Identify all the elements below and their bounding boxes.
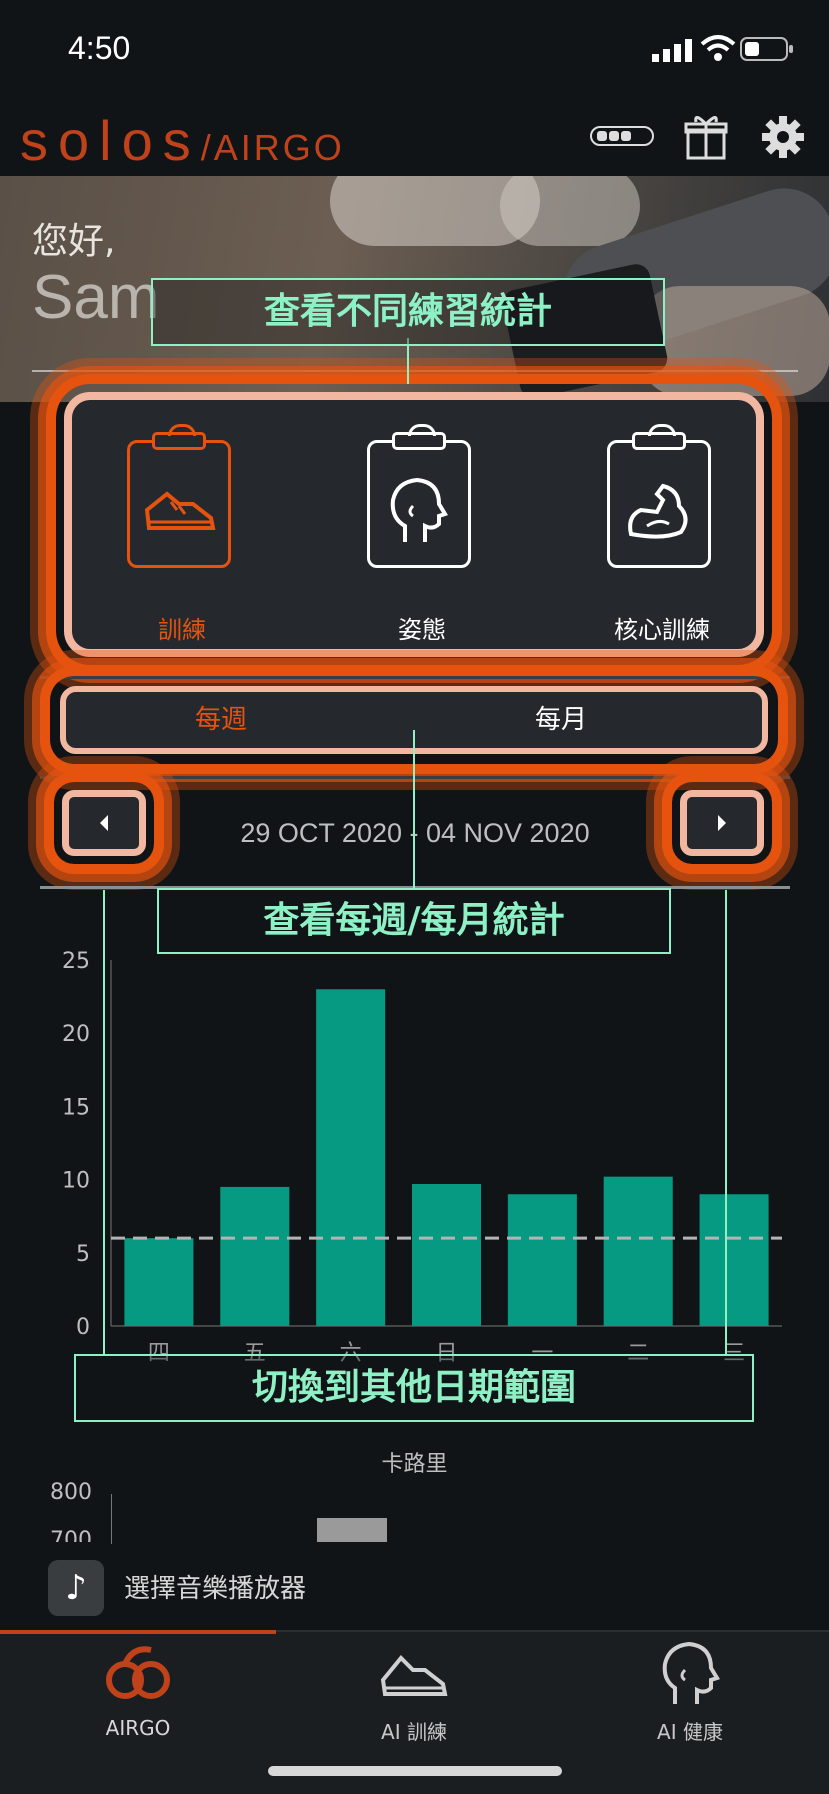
annotation-connector xyxy=(103,890,105,1356)
hero-photo-shoe xyxy=(500,176,640,246)
weekly-training-chart: 0510152025 四五六日一二三 xyxy=(62,949,782,1366)
head-icon xyxy=(552,1640,828,1710)
chevron-right-icon xyxy=(718,815,726,831)
prev-range-button[interactable] xyxy=(62,790,146,856)
chart-bar xyxy=(507,1194,577,1326)
y-tick-label: 10 xyxy=(62,1169,90,1194)
stat-type-training[interactable]: 訓練 xyxy=(72,400,292,650)
chevron-left-icon xyxy=(100,815,108,831)
tab-ai-health[interactable]: AI 健康 xyxy=(552,1640,828,1745)
tab-monthly[interactable]: 每月 xyxy=(386,692,736,748)
y-tick-label: 20 xyxy=(62,1022,90,1047)
calories-title: 卡路里 xyxy=(381,1452,448,1477)
tab-label: AIRGO xyxy=(105,1716,171,1740)
tab-weekly[interactable]: 每週 xyxy=(46,692,396,748)
tab-label: AI 健康 xyxy=(657,1720,723,1744)
airgo-logo-icon xyxy=(0,1640,276,1710)
gift-icon[interactable] xyxy=(684,112,728,160)
stat-type-core[interactable]: 核心訓練 xyxy=(552,400,772,650)
date-range: 29 OCT 2020 - 04 NOV 2020 xyxy=(240,818,590,848)
signal-icon xyxy=(652,38,696,62)
annotation-period: 查看每週/每月統計 xyxy=(157,888,671,954)
stat-type-label: 核心訓練 xyxy=(614,616,710,644)
hero-divider xyxy=(32,370,798,372)
active-tab-indicator xyxy=(0,1630,276,1634)
annotation-range: 切換到其他日期範圍 xyxy=(74,1354,754,1422)
calories-y-axis xyxy=(111,1494,112,1544)
battery-icon xyxy=(740,36,794,62)
chart-bar xyxy=(411,1183,482,1326)
calories-ytick: 800 xyxy=(50,1480,92,1505)
hero-photo-hand xyxy=(640,286,829,396)
stat-type-label: 訓練 xyxy=(158,616,206,644)
y-tick-label: 15 xyxy=(62,1095,90,1120)
stat-type-posture[interactable]: 姿態 xyxy=(312,400,532,650)
calories-bar xyxy=(317,1518,387,1542)
chart-bar xyxy=(220,1186,290,1326)
clipboard-clip-icon xyxy=(632,424,686,450)
tab-airgo[interactable]: AIRGO xyxy=(0,1640,276,1740)
annotation-connector xyxy=(413,730,415,890)
brand-logo: solos/AIRGO xyxy=(20,109,345,172)
status-time: 4:50 xyxy=(68,30,131,66)
shoe-icon xyxy=(127,460,231,560)
music-note-icon: ♪ xyxy=(48,1560,104,1616)
greeting: 您好, xyxy=(32,221,116,262)
section-divider xyxy=(40,776,790,779)
tab-ai-training[interactable]: AI 訓練 xyxy=(276,1640,552,1745)
stat-type-selector: 訓練 姿態 核心訓練 xyxy=(64,392,764,657)
y-tick-label: 5 xyxy=(76,1242,90,1267)
music-player-label[interactable]: 選擇音樂播放器 xyxy=(124,1568,306,1605)
next-range-button[interactable] xyxy=(680,790,764,856)
chart-bar xyxy=(124,1238,194,1326)
clipboard-clip-icon xyxy=(152,424,206,450)
y-tick-label: 0 xyxy=(76,1315,90,1340)
stat-type-label: 姿態 xyxy=(398,616,446,644)
device-battery-icon[interactable] xyxy=(590,124,656,148)
chart-bar xyxy=(603,1176,673,1326)
gear-icon[interactable] xyxy=(762,116,804,158)
chart-bar xyxy=(699,1194,769,1326)
home-indicator xyxy=(268,1766,562,1776)
calories-ytick: 700 xyxy=(50,1528,92,1542)
wifi-icon xyxy=(700,34,736,62)
annotation-connector xyxy=(725,890,727,1356)
shoe-icon xyxy=(276,1640,552,1710)
tab-label: AI 訓練 xyxy=(381,1720,447,1744)
clipboard-clip-icon xyxy=(392,424,446,450)
chart-bar xyxy=(316,989,386,1326)
head-icon xyxy=(367,460,471,560)
muscle-icon xyxy=(607,460,711,560)
user-name: Sam xyxy=(32,263,160,332)
annotation-stats: 查看不同練習統計 xyxy=(151,278,665,346)
y-tick-label: 25 xyxy=(62,949,90,974)
